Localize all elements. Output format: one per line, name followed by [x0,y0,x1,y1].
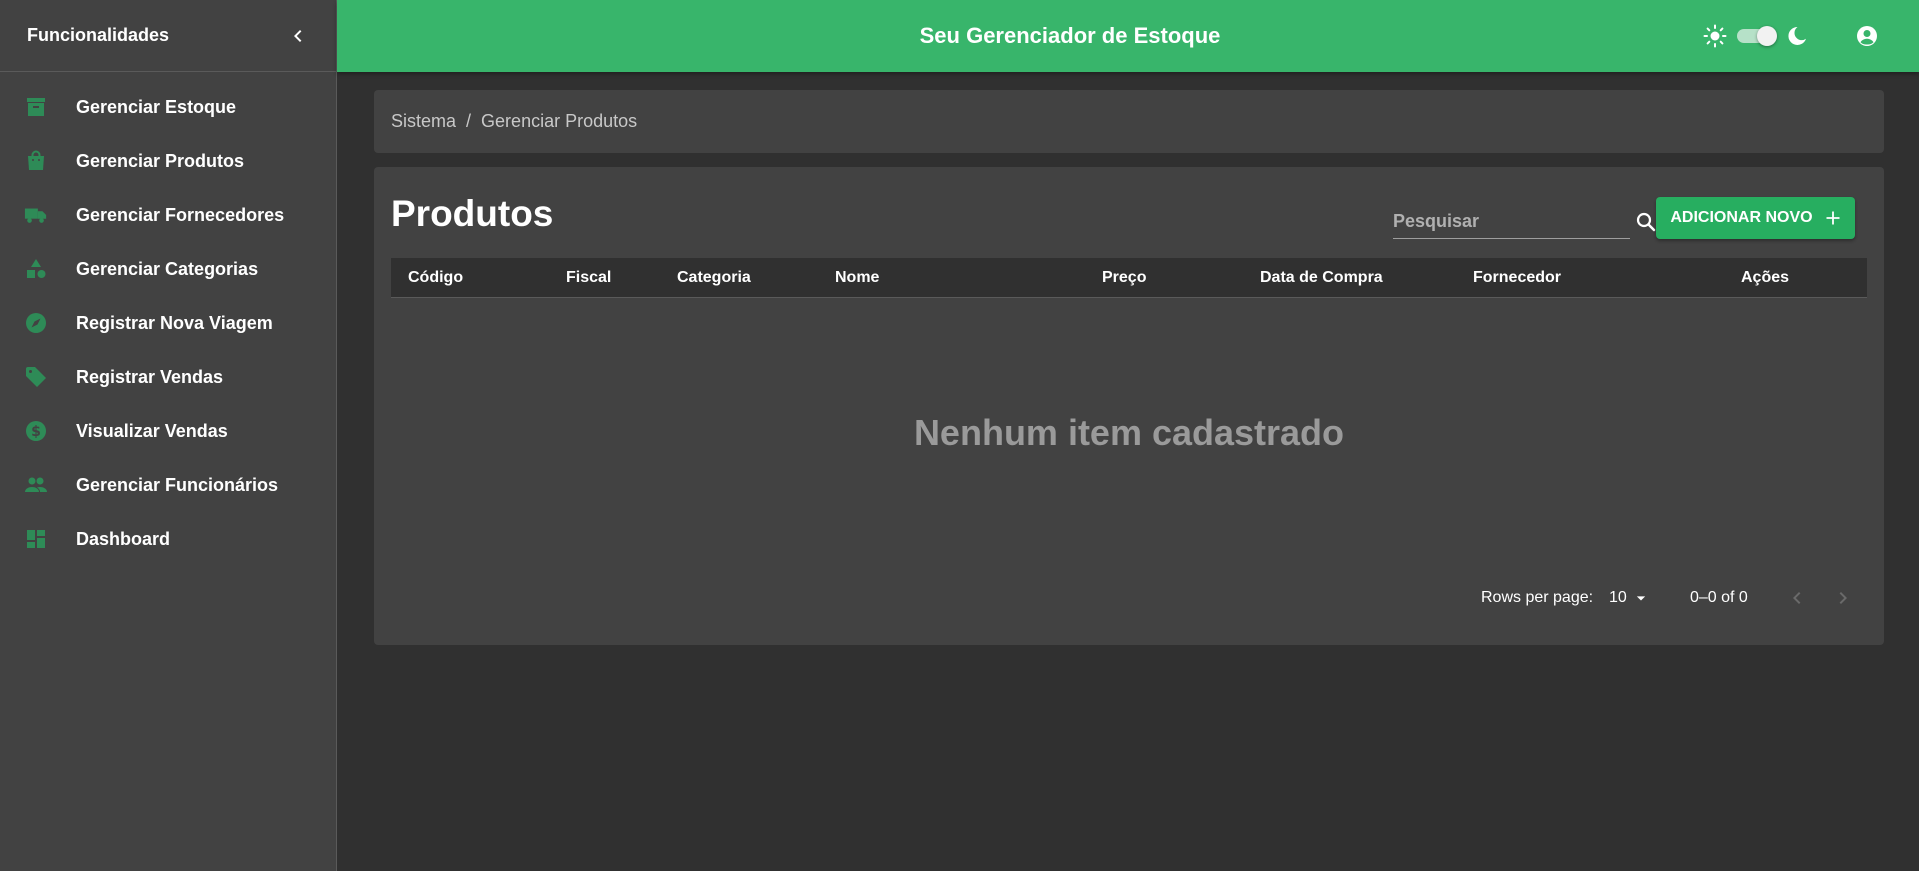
sidebar-item-label: Gerenciar Categorias [76,258,259,279]
column-header-data-de-compra[interactable]: Data de Compra [1260,258,1383,298]
compass-icon [24,311,48,335]
page-range: 0–0 of 0 [1690,589,1748,606]
theme-toggle-group [1703,24,1809,48]
sidebar-item-label: Registrar Vendas [76,366,224,387]
breadcrumb-separator: / [466,111,472,131]
previous-page-button[interactable] [1785,586,1809,610]
theme-toggle-thumb [1757,26,1777,46]
sidebar-item-dashboard[interactable]: Dashboard [0,512,336,566]
moon-icon [1788,26,1806,45]
sidebar-item-label: Gerenciar Estoque [76,96,237,117]
sidebar-nav: Gerenciar Estoque Gerenciar Produtos Ger… [0,72,336,566]
search-icon[interactable] [1634,210,1658,234]
sidebar-item-gerenciar-fornecedores[interactable]: Gerenciar Fornecedores [0,188,336,242]
sidebar-item-label: Registrar Nova Viagem [76,312,273,333]
products-panel: Produtos ADICIONAR NOVO Código Fiscal Ca… [374,167,1884,645]
chevron-left-icon [1793,592,1801,604]
sidebar-header: Funcionalidades [0,0,336,72]
rows-per-page-label: Rows per page: [1481,589,1594,606]
tag-icon [24,365,48,389]
table-pagination: Rows per page: 10 0–0 of 0 [374,585,1884,611]
sidebar-item-gerenciar-funcionarios[interactable]: Gerenciar Funcionários [0,458,336,512]
column-header-fornecedor[interactable]: Fornecedor [1473,258,1561,298]
add-new-button-label: ADICIONAR NOVO [1670,209,1813,226]
sidebar-item-registrar-vendas[interactable]: Registrar Vendas [0,350,336,404]
sidebar-item-label: Gerenciar Produtos [76,150,245,171]
theme-toggle-switch[interactable] [1735,24,1777,48]
dashboard-icon [24,527,48,551]
archive-icon [24,95,48,119]
people-icon [24,473,48,497]
column-header-fiscal[interactable]: Fiscal [566,258,611,298]
page-title: Produtos [391,193,554,234]
sidebar-item-visualizar-vendas[interactable]: $ Visualizar Vendas [0,404,336,458]
search-input[interactable] [1393,211,1634,232]
sidebar-title: Funcionalidades [27,25,170,45]
caret-down-icon [1636,596,1645,601]
sidebar-item-gerenciar-categorias[interactable]: Gerenciar Categorias [0,242,336,296]
rows-per-page-select[interactable]: 10 [1609,585,1651,611]
table-header: Código Fiscal Categoria Nome Preço Data … [391,258,1867,298]
account-button[interactable] [1855,24,1879,48]
shapes-icon [24,257,48,281]
empty-state-message: Nenhum item cadastrado [913,412,1345,453]
app-bar: Seu Gerenciador de Estoque [337,0,1919,72]
shopping-bag-icon [24,149,48,173]
sidebar-item-gerenciar-produtos[interactable]: Gerenciar Produtos [0,134,336,188]
breadcrumb-item-current: Gerenciar Produtos [481,111,638,131]
chevron-left-icon [294,29,302,42]
svg-text:$: $ [31,424,41,440]
column-header-preco[interactable]: Preço [1102,258,1146,298]
sidebar-item-label: Gerenciar Funcionários [76,474,279,495]
column-header-nome[interactable]: Nome [835,258,879,298]
sun-icon [1703,24,1727,48]
dollar-circle-icon: $ [24,419,48,443]
truck-icon [24,203,48,227]
column-header-codigo[interactable]: Código [408,258,463,298]
sidebar-item-gerenciar-estoque[interactable]: Gerenciar Estoque [0,80,336,134]
rows-per-page-value: 10 [1609,589,1627,606]
chevron-right-icon [1839,592,1847,604]
plus-icon [1826,211,1840,225]
sidebar-item-registrar-nova-viagem[interactable]: Registrar Nova Viagem [0,296,336,350]
breadcrumb-item-sistema[interactable]: Sistema [391,111,456,132]
app-title: Seu Gerenciador de Estoque [919,23,1221,48]
add-new-button[interactable]: ADICIONAR NOVO [1656,197,1855,239]
column-header-categoria[interactable]: Categoria [677,258,751,298]
sidebar-item-label: Visualizar Vendas [76,420,228,441]
sidebar: Funcionalidades Gerenciar Estoque Gerenc… [0,0,337,871]
sidebar-item-label: Gerenciar Fornecedores [76,204,285,225]
search-field [1393,205,1656,239]
account-circle-icon [1857,26,1877,46]
next-page-button[interactable] [1831,586,1855,610]
breadcrumb: Sistema / Gerenciar Produtos [374,90,1884,153]
sidebar-item-label: Dashboard [76,528,171,549]
collapse-sidebar-button[interactable] [286,24,310,48]
column-header-acoes: Ações [1741,269,1790,286]
